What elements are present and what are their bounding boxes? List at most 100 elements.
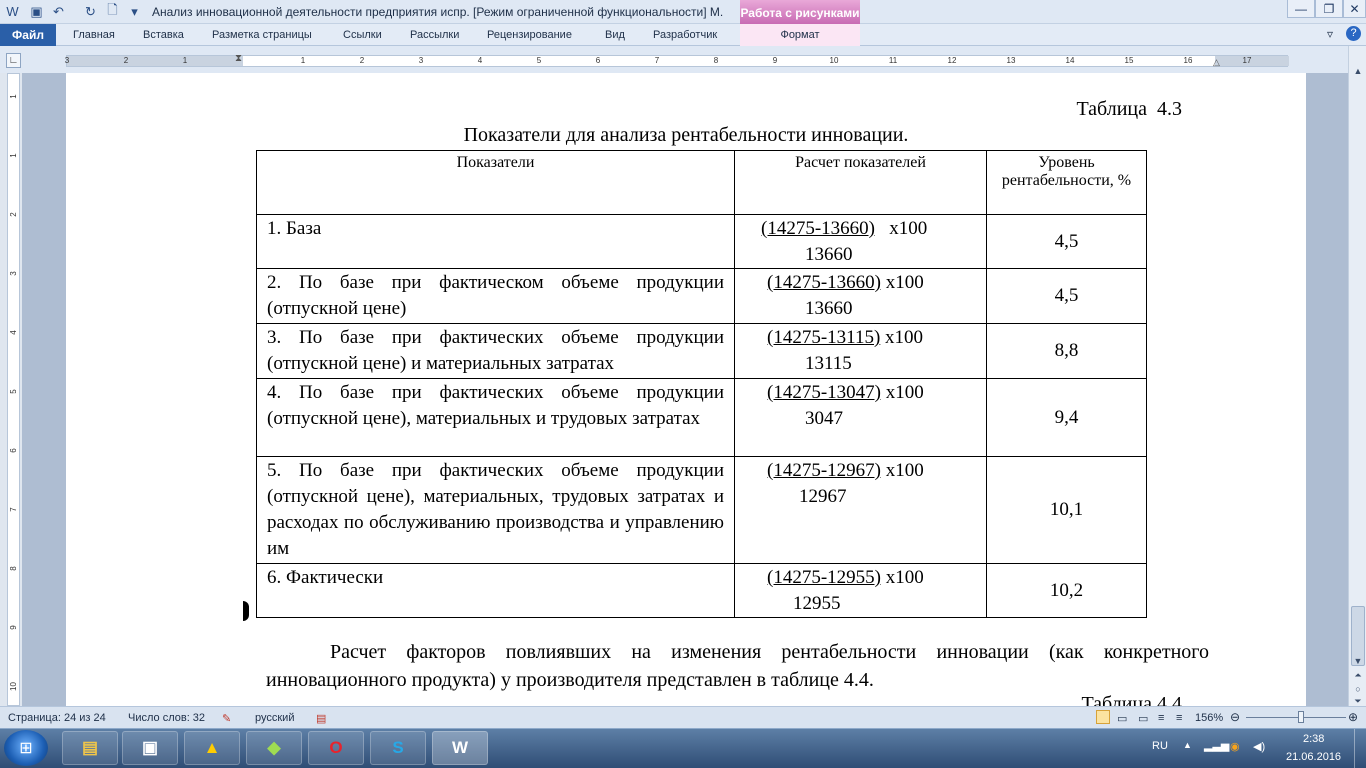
macro-record-icon[interactable]: ▤ [316, 712, 326, 725]
tab-review[interactable]: Рецензирование [487, 29, 572, 41]
status-language[interactable]: русский [255, 712, 294, 724]
tab-view[interactable]: Вид [605, 29, 625, 41]
scroll-up-icon[interactable]: ▲ [1351, 64, 1365, 78]
qat-customize-icon[interactable]: ▾ [126, 3, 143, 20]
tab-format[interactable]: Формат [740, 24, 860, 46]
table-caption: Показатели для анализа рентабельности ин… [463, 124, 909, 146]
redo-icon[interactable]: ↻ [82, 3, 99, 20]
tab-page-layout[interactable]: Разметка страницы [212, 29, 312, 41]
clock-date[interactable]: 21.06.2016 [1286, 751, 1341, 763]
tab-home[interactable]: Главная [73, 29, 115, 41]
calculation-cell[interactable]: (14275-12955) х100 12955 [734, 563, 987, 618]
print-layout-view-icon[interactable] [1096, 710, 1110, 724]
ruler-tick-label: 1 [182, 56, 188, 65]
scroll-down-icon[interactable]: ▼ [1351, 654, 1365, 668]
indicator-cell[interactable]: 1. База [256, 214, 735, 269]
zoom-in-icon[interactable]: ⊕ [1348, 710, 1358, 724]
horizontal-ruler[interactable]: ⧗ △ 3 2 1 1 2 3 4 5 6 7 8 9 10 11 12 13 14 15 16 17 [65, 53, 1289, 68]
full-screen-view-icon[interactable]: ▭ [1117, 712, 1127, 725]
show-desktop-button[interactable] [1354, 729, 1366, 768]
level-cell[interactable]: 9,4 [986, 378, 1147, 457]
undo-icon[interactable]: ↶ [50, 3, 67, 20]
indicator-cell[interactable]: 6. Фактически [256, 563, 735, 618]
maximize-button[interactable]: ❐ [1315, 0, 1343, 18]
calculation-cell[interactable]: (14275-13047) х100 3047 [734, 378, 987, 457]
word-taskbar-icon[interactable]: W [432, 731, 488, 765]
skype-taskbar-icon[interactable]: S [370, 731, 426, 765]
calc-numerator: (14275-12967) [767, 460, 881, 481]
draft-view-icon[interactable]: ≡ [1176, 712, 1182, 724]
ruler-tick-label: 12 [947, 56, 957, 65]
calculation-cell[interactable]: (14275-13115) х100 13115 [734, 323, 987, 379]
status-word-count[interactable]: Число слов: 32 [128, 712, 205, 724]
level-cell[interactable]: 8,8 [986, 323, 1147, 379]
picture-anchor-handle[interactable] [243, 601, 249, 621]
outline-view-icon[interactable]: ≡ [1158, 712, 1164, 724]
prev-page-icon[interactable]: ⏶ [1351, 668, 1365, 682]
document-page[interactable]: Таблица 4.3 Показатели для анализа рента… [66, 73, 1306, 706]
zoom-slider[interactable] [1246, 717, 1346, 718]
calc-denominator: 3047 [805, 408, 843, 429]
ruler-tick-label: 7 [9, 507, 18, 512]
save-app-taskbar-icon[interactable]: ▣ [122, 731, 178, 765]
zoom-slider-handle[interactable] [1298, 711, 1304, 723]
spellcheck-icon[interactable]: ✎ [222, 712, 231, 725]
tab-file[interactable]: Файл [0, 24, 56, 46]
network-icon[interactable]: ▂▃▅ [1204, 739, 1229, 752]
close-button[interactable]: ✕ [1343, 0, 1366, 18]
web-layout-view-icon[interactable]: ▭ [1138, 712, 1148, 725]
save-icon[interactable]: ▣ [28, 3, 45, 20]
zoom-out-icon[interactable]: ⊖ [1230, 710, 1240, 724]
indicator-cell[interactable]: 4. По базе при фактических объеме продук… [256, 378, 735, 457]
ruler-tick-label: 1 [300, 56, 306, 65]
level-cell[interactable]: 4,5 [986, 268, 1147, 324]
calculation-cell[interactable]: (14275-13660) х100 13660 [734, 214, 987, 269]
tray-expand-icon[interactable]: ▲ [1183, 740, 1192, 750]
indicator-cell[interactable]: 3. По базе при фактических объеме продук… [256, 323, 735, 379]
clock-time[interactable]: 2:38 [1303, 733, 1324, 745]
print-preview-icon[interactable]: 🗋 [104, 2, 121, 20]
calc-numerator: (14275-13660) [761, 218, 875, 239]
tab-developer[interactable]: Разработчик [653, 29, 717, 41]
notes-taskbar-icon[interactable]: ◆ [246, 731, 302, 765]
status-page-count[interactable]: Страница: 24 из 24 [8, 712, 106, 724]
indicator-cell[interactable]: 2. По базе при фактическом объеме продук… [256, 268, 735, 324]
help-icon[interactable]: ? [1346, 26, 1361, 41]
tab-references[interactable]: Ссылки [343, 29, 382, 41]
indicator-cell[interactable]: 5. По базе при фактических объеме продук… [256, 456, 735, 564]
calc-numerator: (14275-13047) [767, 382, 881, 403]
ruler-tick-label: 15 [1124, 56, 1134, 65]
aimp-taskbar-icon[interactable]: ▲ [184, 731, 240, 765]
right-indent-marker-icon[interactable]: △ [1213, 57, 1220, 68]
level-cell[interactable]: 4,5 [986, 214, 1147, 269]
ruler-tick-label: 1 [9, 94, 18, 99]
calculation-formula: (14275-12967) х100 12967 [735, 458, 986, 510]
ribbon-expand-icon[interactable]: ▿ [1327, 27, 1333, 41]
indent-marker-icon[interactable]: ⧗ [235, 53, 242, 64]
vertical-scrollbar[interactable]: ▲ ▼ ⏶ ○ ⏷ [1348, 46, 1366, 706]
minimize-button[interactable]: — [1287, 0, 1315, 18]
calc-denominator: 12955 [793, 593, 841, 614]
ruler-tick-label: 3 [418, 56, 424, 65]
start-button[interactable]: ⊞ [4, 730, 48, 766]
zoom-level[interactable]: 156% [1195, 712, 1223, 724]
explorer-taskbar-icon[interactable]: ▤ [62, 731, 118, 765]
tab-insert[interactable]: Вставка [143, 29, 184, 41]
calculation-cell[interactable]: (14275-12967) х100 12967 [734, 456, 987, 564]
word-app-icon[interactable]: W [4, 3, 21, 20]
table-header-row: Показатели Расчет показателей Уровень ре… [256, 150, 1147, 215]
vertical-ruler[interactable]: 1 1 2 3 4 5 6 7 8 9 10 [7, 73, 20, 706]
profitability-table[interactable]: Показатели Расчет показателей Уровень ре… [256, 150, 1147, 618]
level-cell[interactable]: 10,1 [986, 456, 1147, 564]
tray-app-icon[interactable]: ◉ [1230, 740, 1240, 753]
ruler-tick-label: 16 [1183, 56, 1193, 65]
input-language[interactable]: RU [1152, 740, 1168, 752]
table-row: 5. По базе при фактических объеме продук… [256, 456, 1147, 564]
volume-icon[interactable]: ◀) [1253, 740, 1265, 753]
tab-selector[interactable]: ∟ [6, 53, 21, 68]
level-cell[interactable]: 10,2 [986, 563, 1147, 618]
opera-taskbar-icon[interactable]: O [308, 731, 364, 765]
tab-mailings[interactable]: Рассылки [410, 29, 459, 41]
calc-multiplier: х100 [880, 460, 924, 481]
calculation-cell[interactable]: (14275-13660) х100 13660 [734, 268, 987, 324]
